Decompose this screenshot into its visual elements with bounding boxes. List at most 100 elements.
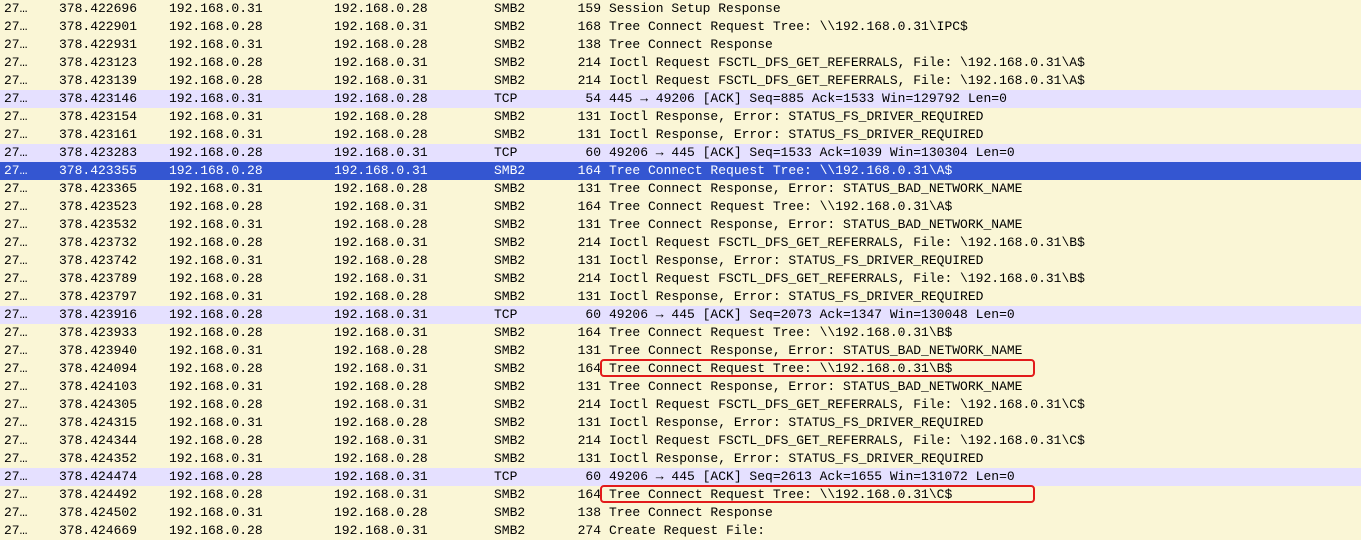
packet-time: 378.423532 [55,216,165,234]
packet-row[interactable]: 27…378.424492192.168.0.28192.168.0.31SMB… [0,486,1361,504]
packet-src: 192.168.0.28 [165,234,330,252]
packet-src: 192.168.0.31 [165,450,330,468]
packet-info: Tree Connect Request Tree: \\192.168.0.3… [605,324,1361,342]
packet-proto: SMB2 [490,432,560,450]
packet-row[interactable]: 27…378.424344192.168.0.28192.168.0.31SMB… [0,432,1361,450]
packet-proto: SMB2 [490,198,560,216]
packet-src: 192.168.0.31 [165,180,330,198]
packet-row[interactable]: 27…378.423139192.168.0.28192.168.0.31SMB… [0,72,1361,90]
packet-no: 27… [0,522,55,540]
packet-row[interactable]: 27…378.423283192.168.0.28192.168.0.31TCP… [0,144,1361,162]
packet-row[interactable]: 27…378.424502192.168.0.31192.168.0.28SMB… [0,504,1361,522]
packet-row[interactable]: 27…378.423732192.168.0.28192.168.0.31SMB… [0,234,1361,252]
packet-row[interactable]: 27…378.422931192.168.0.31192.168.0.28SMB… [0,36,1361,54]
packet-no: 27… [0,234,55,252]
packet-row[interactable]: 27…378.423161192.168.0.31192.168.0.28SMB… [0,126,1361,144]
packet-row[interactable]: 27…378.423940192.168.0.31192.168.0.28SMB… [0,342,1361,360]
packet-len: 214 [560,396,605,414]
packet-row[interactable]: 27…378.423154192.168.0.31192.168.0.28SMB… [0,108,1361,126]
packet-no: 27… [0,270,55,288]
packet-row[interactable]: 27…378.422901192.168.0.28192.168.0.31SMB… [0,18,1361,36]
packet-dst: 192.168.0.31 [330,360,490,378]
packet-len: 214 [560,54,605,72]
packet-info: Tree Connect Response, Error: STATUS_BAD… [605,180,1361,198]
packet-src: 192.168.0.28 [165,486,330,504]
packet-len: 131 [560,288,605,306]
packet-info: Ioctl Response, Error: STATUS_FS_DRIVER_… [605,108,1361,126]
packet-row[interactable]: 27…378.423532192.168.0.31192.168.0.28SMB… [0,216,1361,234]
packet-no: 27… [0,468,55,486]
packet-proto: SMB2 [490,450,560,468]
packet-src: 192.168.0.31 [165,342,330,360]
packet-src: 192.168.0.31 [165,414,330,432]
packet-info: Tree Connect Request Tree: \\192.168.0.3… [605,198,1361,216]
packet-info: Tree Connect Response, Error: STATUS_BAD… [605,216,1361,234]
packet-src: 192.168.0.28 [165,144,330,162]
packet-dst: 192.168.0.28 [330,342,490,360]
packet-src: 192.168.0.31 [165,126,330,144]
packet-row[interactable]: 27…378.423916192.168.0.28192.168.0.31TCP… [0,306,1361,324]
packet-src: 192.168.0.28 [165,324,330,342]
packet-info: Tree Connect Response, Error: STATUS_BAD… [605,378,1361,396]
packet-no: 27… [0,396,55,414]
packet-time: 378.424344 [55,432,165,450]
packet-src: 192.168.0.31 [165,252,330,270]
packet-len: 138 [560,36,605,54]
packet-no: 27… [0,252,55,270]
packet-row[interactable]: 27…378.424474192.168.0.28192.168.0.31TCP… [0,468,1361,486]
packet-no: 27… [0,432,55,450]
packet-row[interactable]: 27…378.423742192.168.0.31192.168.0.28SMB… [0,252,1361,270]
packet-row[interactable]: 27…378.424305192.168.0.28192.168.0.31SMB… [0,396,1361,414]
packet-proto: SMB2 [490,162,560,180]
packet-row[interactable]: 27…378.423365192.168.0.31192.168.0.28SMB… [0,180,1361,198]
packet-src: 192.168.0.31 [165,504,330,522]
packet-info: Tree Connect Response [605,504,1361,522]
packet-time: 378.423742 [55,252,165,270]
packet-row[interactable]: 27…378.424094192.168.0.28192.168.0.31SMB… [0,360,1361,378]
packet-proto: TCP [490,306,560,324]
packet-len: 131 [560,450,605,468]
packet-info: 49206 → 445 [ACK] Seq=2073 Ack=1347 Win=… [605,306,1361,324]
packet-dst: 192.168.0.31 [330,270,490,288]
packet-row[interactable]: 27…378.424315192.168.0.31192.168.0.28SMB… [0,414,1361,432]
packet-dst: 192.168.0.28 [330,90,490,108]
packet-row[interactable]: 27…378.423789192.168.0.28192.168.0.31SMB… [0,270,1361,288]
packet-no: 27… [0,108,55,126]
packet-no: 27… [0,414,55,432]
packet-src: 192.168.0.31 [165,216,330,234]
packet-src: 192.168.0.28 [165,72,330,90]
packet-len: 214 [560,72,605,90]
packet-row[interactable]: 27…378.423523192.168.0.28192.168.0.31SMB… [0,198,1361,216]
packet-row[interactable]: 27…378.424352192.168.0.31192.168.0.28SMB… [0,450,1361,468]
packet-no: 27… [0,72,55,90]
packet-time: 378.423283 [55,144,165,162]
packet-row[interactable]: 27…378.423123192.168.0.28192.168.0.31SMB… [0,54,1361,72]
packet-info: Ioctl Request FSCTL_DFS_GET_REFERRALS, F… [605,396,1361,414]
packet-row[interactable]: 27…378.423146192.168.0.31192.168.0.28TCP… [0,90,1361,108]
packet-info: Session Setup Response [605,0,1361,18]
packet-no: 27… [0,90,55,108]
packet-row[interactable]: 27…378.423933192.168.0.28192.168.0.31SMB… [0,324,1361,342]
packet-proto: SMB2 [490,324,560,342]
packet-len: 131 [560,378,605,396]
packet-src: 192.168.0.31 [165,108,330,126]
packet-row[interactable]: 27…378.422696192.168.0.31192.168.0.28SMB… [0,0,1361,18]
packet-info: Tree Connect Response [605,36,1361,54]
packet-row[interactable]: 27…378.423797192.168.0.31192.168.0.28SMB… [0,288,1361,306]
packet-row[interactable]: 27…378.423355192.168.0.28192.168.0.31SMB… [0,162,1361,180]
packet-list-wrap: 27…378.422696192.168.0.31192.168.0.28SMB… [0,0,1361,540]
packet-len: 54 [560,90,605,108]
packet-dst: 192.168.0.28 [330,504,490,522]
packet-src: 192.168.0.28 [165,432,330,450]
packet-table[interactable]: 27…378.422696192.168.0.31192.168.0.28SMB… [0,0,1361,540]
packet-proto: TCP [490,144,560,162]
packet-time: 378.423365 [55,180,165,198]
packet-src: 192.168.0.31 [165,36,330,54]
packet-row[interactable]: 27…378.424103192.168.0.31192.168.0.28SMB… [0,378,1361,396]
packet-src: 192.168.0.31 [165,0,330,18]
packet-dst: 192.168.0.31 [330,144,490,162]
packet-len: 60 [560,306,605,324]
packet-src: 192.168.0.28 [165,306,330,324]
packet-row[interactable]: 27…378.424669192.168.0.28192.168.0.31SMB… [0,522,1361,540]
packet-dst: 192.168.0.28 [330,414,490,432]
